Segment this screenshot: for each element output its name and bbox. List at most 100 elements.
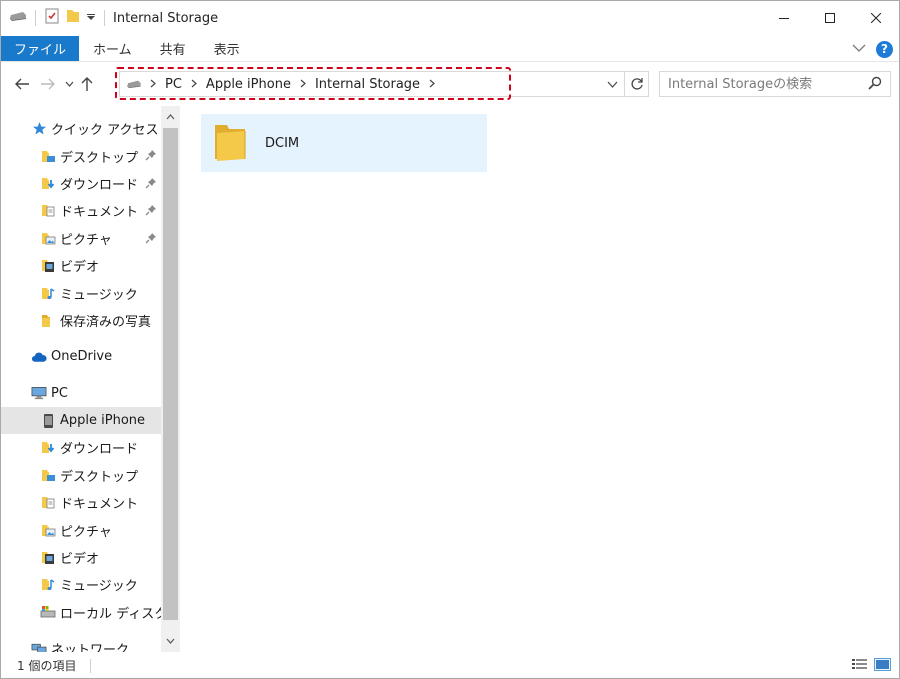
- tree-item-label: ダウンロード: [60, 177, 139, 193]
- address-bar[interactable]: PC Apple iPhone Internal Storage: [119, 71, 649, 97]
- tree-item-videos[interactable]: ビデオ: [1, 252, 161, 279]
- tab-home[interactable]: ホーム: [79, 36, 146, 61]
- search-input[interactable]: [668, 73, 864, 95]
- close-button[interactable]: [853, 1, 899, 35]
- pin-icon[interactable]: [145, 204, 157, 220]
- search-icon[interactable]: [868, 76, 882, 94]
- pin-icon[interactable]: [145, 177, 157, 193]
- tab-file[interactable]: ファイル: [1, 36, 80, 61]
- minimize-button[interactable]: [761, 1, 807, 35]
- tree-item-label: ドキュメント: [60, 205, 139, 221]
- tree-item-pc-videos[interactable]: ビデオ: [1, 544, 161, 571]
- quick-access-toolbar: [1, 1, 107, 35]
- pin-icon[interactable]: [145, 149, 157, 165]
- file-list: DCIM: [182, 106, 899, 652]
- tree-item-local-disk[interactable]: ローカル ディスク (C: [1, 599, 161, 626]
- tree-item-quick-access[interactable]: クイック アクセス: [1, 115, 161, 142]
- network-icon: [31, 641, 47, 652]
- chevron-right-icon[interactable]: [296, 78, 310, 91]
- title-bar: Internal Storage: [1, 1, 899, 35]
- tree-item-label: ネットワーク: [51, 643, 130, 652]
- tree-item-label: デスクトップ: [60, 469, 139, 485]
- details-view-icon[interactable]: [851, 657, 868, 676]
- music-folder-icon: [40, 577, 56, 593]
- downloads-folder-icon: [40, 175, 56, 191]
- caption-buttons: [761, 1, 899, 35]
- downloads-folder-icon: [40, 440, 56, 456]
- ribbon-right: ?: [852, 38, 893, 60]
- scrollbar-thumb[interactable]: [163, 128, 178, 620]
- phone-icon: [40, 413, 56, 429]
- tree-item-documents[interactable]: ドキュメント: [1, 197, 161, 224]
- help-icon[interactable]: ?: [876, 40, 893, 58]
- tree-item-label: ピクチャ: [60, 232, 112, 248]
- address-history-dropdown[interactable]: [602, 72, 622, 96]
- tree-item-pc-desktop[interactable]: デスクトップ: [1, 462, 161, 489]
- expand-ribbon-icon[interactable]: [852, 42, 866, 57]
- qat-separator: [35, 10, 36, 26]
- local-disk-icon: [40, 604, 56, 620]
- scroll-up-arrow-icon[interactable]: [161, 108, 180, 126]
- tree-item-label: OneDrive: [51, 349, 113, 365]
- status-separator: [90, 658, 92, 673]
- tree-item-label: 保存済みの写真: [60, 314, 152, 330]
- chevron-right-icon[interactable]: [146, 78, 160, 91]
- tree-item-desktop[interactable]: デスクトップ: [1, 142, 161, 169]
- cloud-icon: [31, 349, 47, 365]
- breadcrumb-apple-iphone[interactable]: Apple iPhone: [201, 77, 296, 92]
- tree-item-pc-documents[interactable]: ドキュメント: [1, 489, 161, 516]
- tree-item-saved-pictures[interactable]: 保存済みの写真: [1, 307, 161, 334]
- star-icon: [31, 121, 47, 137]
- music-folder-icon: [40, 285, 56, 301]
- chevron-right-icon[interactable]: [425, 78, 439, 91]
- navigation-bar: PC Apple iPhone Internal Storage: [1, 63, 899, 105]
- tree-item-apple-iphone[interactable]: Apple iPhone: [1, 406, 161, 435]
- computer-icon: [31, 385, 47, 401]
- back-button[interactable]: [9, 71, 35, 97]
- pictures-folder-icon: [40, 230, 56, 246]
- tree-item-music[interactable]: ミュージック: [1, 279, 161, 306]
- tree-item-label: ダウンロード: [60, 442, 139, 458]
- customize-qat-icon[interactable]: [86, 11, 96, 26]
- tree-item-downloads[interactable]: ダウンロード: [1, 170, 161, 197]
- tree-item-label: ミュージック: [60, 579, 138, 595]
- tree-item-label: ピクチャ: [60, 524, 112, 540]
- forward-button[interactable]: [35, 71, 61, 97]
- tab-share[interactable]: 共有: [146, 36, 200, 61]
- new-folder-icon[interactable]: [66, 8, 80, 28]
- pin-icon[interactable]: [145, 232, 157, 248]
- qat-separator: [104, 10, 105, 26]
- folder-icon: [213, 121, 247, 165]
- tree-item-network[interactable]: ネットワーク: [1, 635, 161, 652]
- search-box[interactable]: [659, 71, 891, 97]
- tree-item-pc[interactable]: PC: [1, 380, 161, 407]
- tree-item-pc-music[interactable]: ミュージック: [1, 571, 161, 598]
- documents-folder-icon: [40, 495, 56, 511]
- documents-folder-icon: [40, 203, 56, 219]
- tree-item-label: Apple iPhone: [60, 413, 146, 429]
- navigation-pane: クイック アクセス デスクトップ ダウンロード ドキュメント ピクチャ ビデオ …: [1, 106, 181, 652]
- tree-item-label: PC: [51, 385, 68, 401]
- desktop-folder-icon: [40, 467, 56, 483]
- large-icons-view-icon[interactable]: [874, 657, 891, 676]
- breadcrumb-pc[interactable]: PC: [160, 77, 187, 92]
- breadcrumb-internal-storage[interactable]: Internal Storage: [310, 77, 425, 92]
- maximize-button[interactable]: [807, 1, 853, 35]
- tree-item-pc-pictures[interactable]: ピクチャ: [1, 516, 161, 543]
- tree-item-pc-downloads[interactable]: ダウンロード: [1, 434, 161, 461]
- view-switcher: [851, 657, 891, 676]
- chevron-right-icon[interactable]: [187, 78, 201, 91]
- tab-view[interactable]: 表示: [200, 36, 254, 61]
- drive-icon[interactable]: [9, 10, 27, 26]
- list-item[interactable]: DCIM: [201, 114, 487, 172]
- tree-item-pictures[interactable]: ピクチャ: [1, 225, 161, 252]
- tree-item-label: クイック アクセス: [51, 123, 159, 139]
- scroll-down-arrow-icon[interactable]: [161, 632, 180, 650]
- navigation-tree: クイック アクセス デスクトップ ダウンロード ドキュメント ピクチャ ビデオ …: [1, 106, 161, 652]
- sidebar-scrollbar[interactable]: [161, 106, 180, 652]
- up-button[interactable]: [77, 71, 97, 97]
- properties-icon[interactable]: [44, 8, 60, 28]
- tree-item-onedrive[interactable]: OneDrive: [1, 343, 161, 370]
- recent-locations-icon[interactable]: [61, 71, 77, 97]
- refresh-icon[interactable]: [624, 72, 648, 96]
